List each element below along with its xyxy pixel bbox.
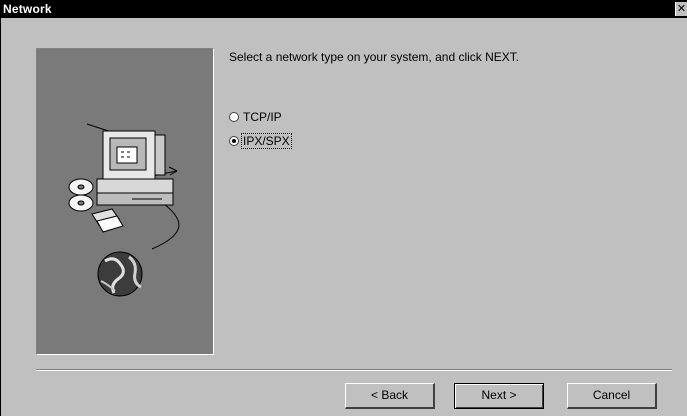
back-button[interactable]: < Back: [345, 383, 435, 409]
close-icon[interactable]: ✕: [675, 2, 687, 16]
network-dialog: Network ✕ Select a network type on your …: [0, 0, 687, 416]
window-title: Network: [3, 2, 52, 16]
radio-ipxspx[interactable]: IPX/SPX: [229, 133, 292, 149]
next-button[interactable]: Next >: [454, 383, 544, 409]
radio-label-ipxspx: IPX/SPX: [241, 133, 292, 149]
radio-button-tcpip[interactable]: [229, 112, 239, 122]
radio-tcpip[interactable]: TCP/IP: [229, 109, 283, 125]
window-edge: [0, 18, 1, 416]
computer-network-icon: [68, 123, 180, 297]
radio-button-ipxspx[interactable]: [229, 136, 239, 146]
radio-label-tcpip: TCP/IP: [243, 110, 282, 124]
title-bar[interactable]: Network ✕: [0, 0, 687, 18]
cancel-button[interactable]: Cancel: [567, 383, 657, 409]
instruction-text: Select a network type on your system, an…: [229, 50, 520, 64]
wizard-image-panel: [36, 48, 214, 355]
separator: [36, 369, 672, 371]
